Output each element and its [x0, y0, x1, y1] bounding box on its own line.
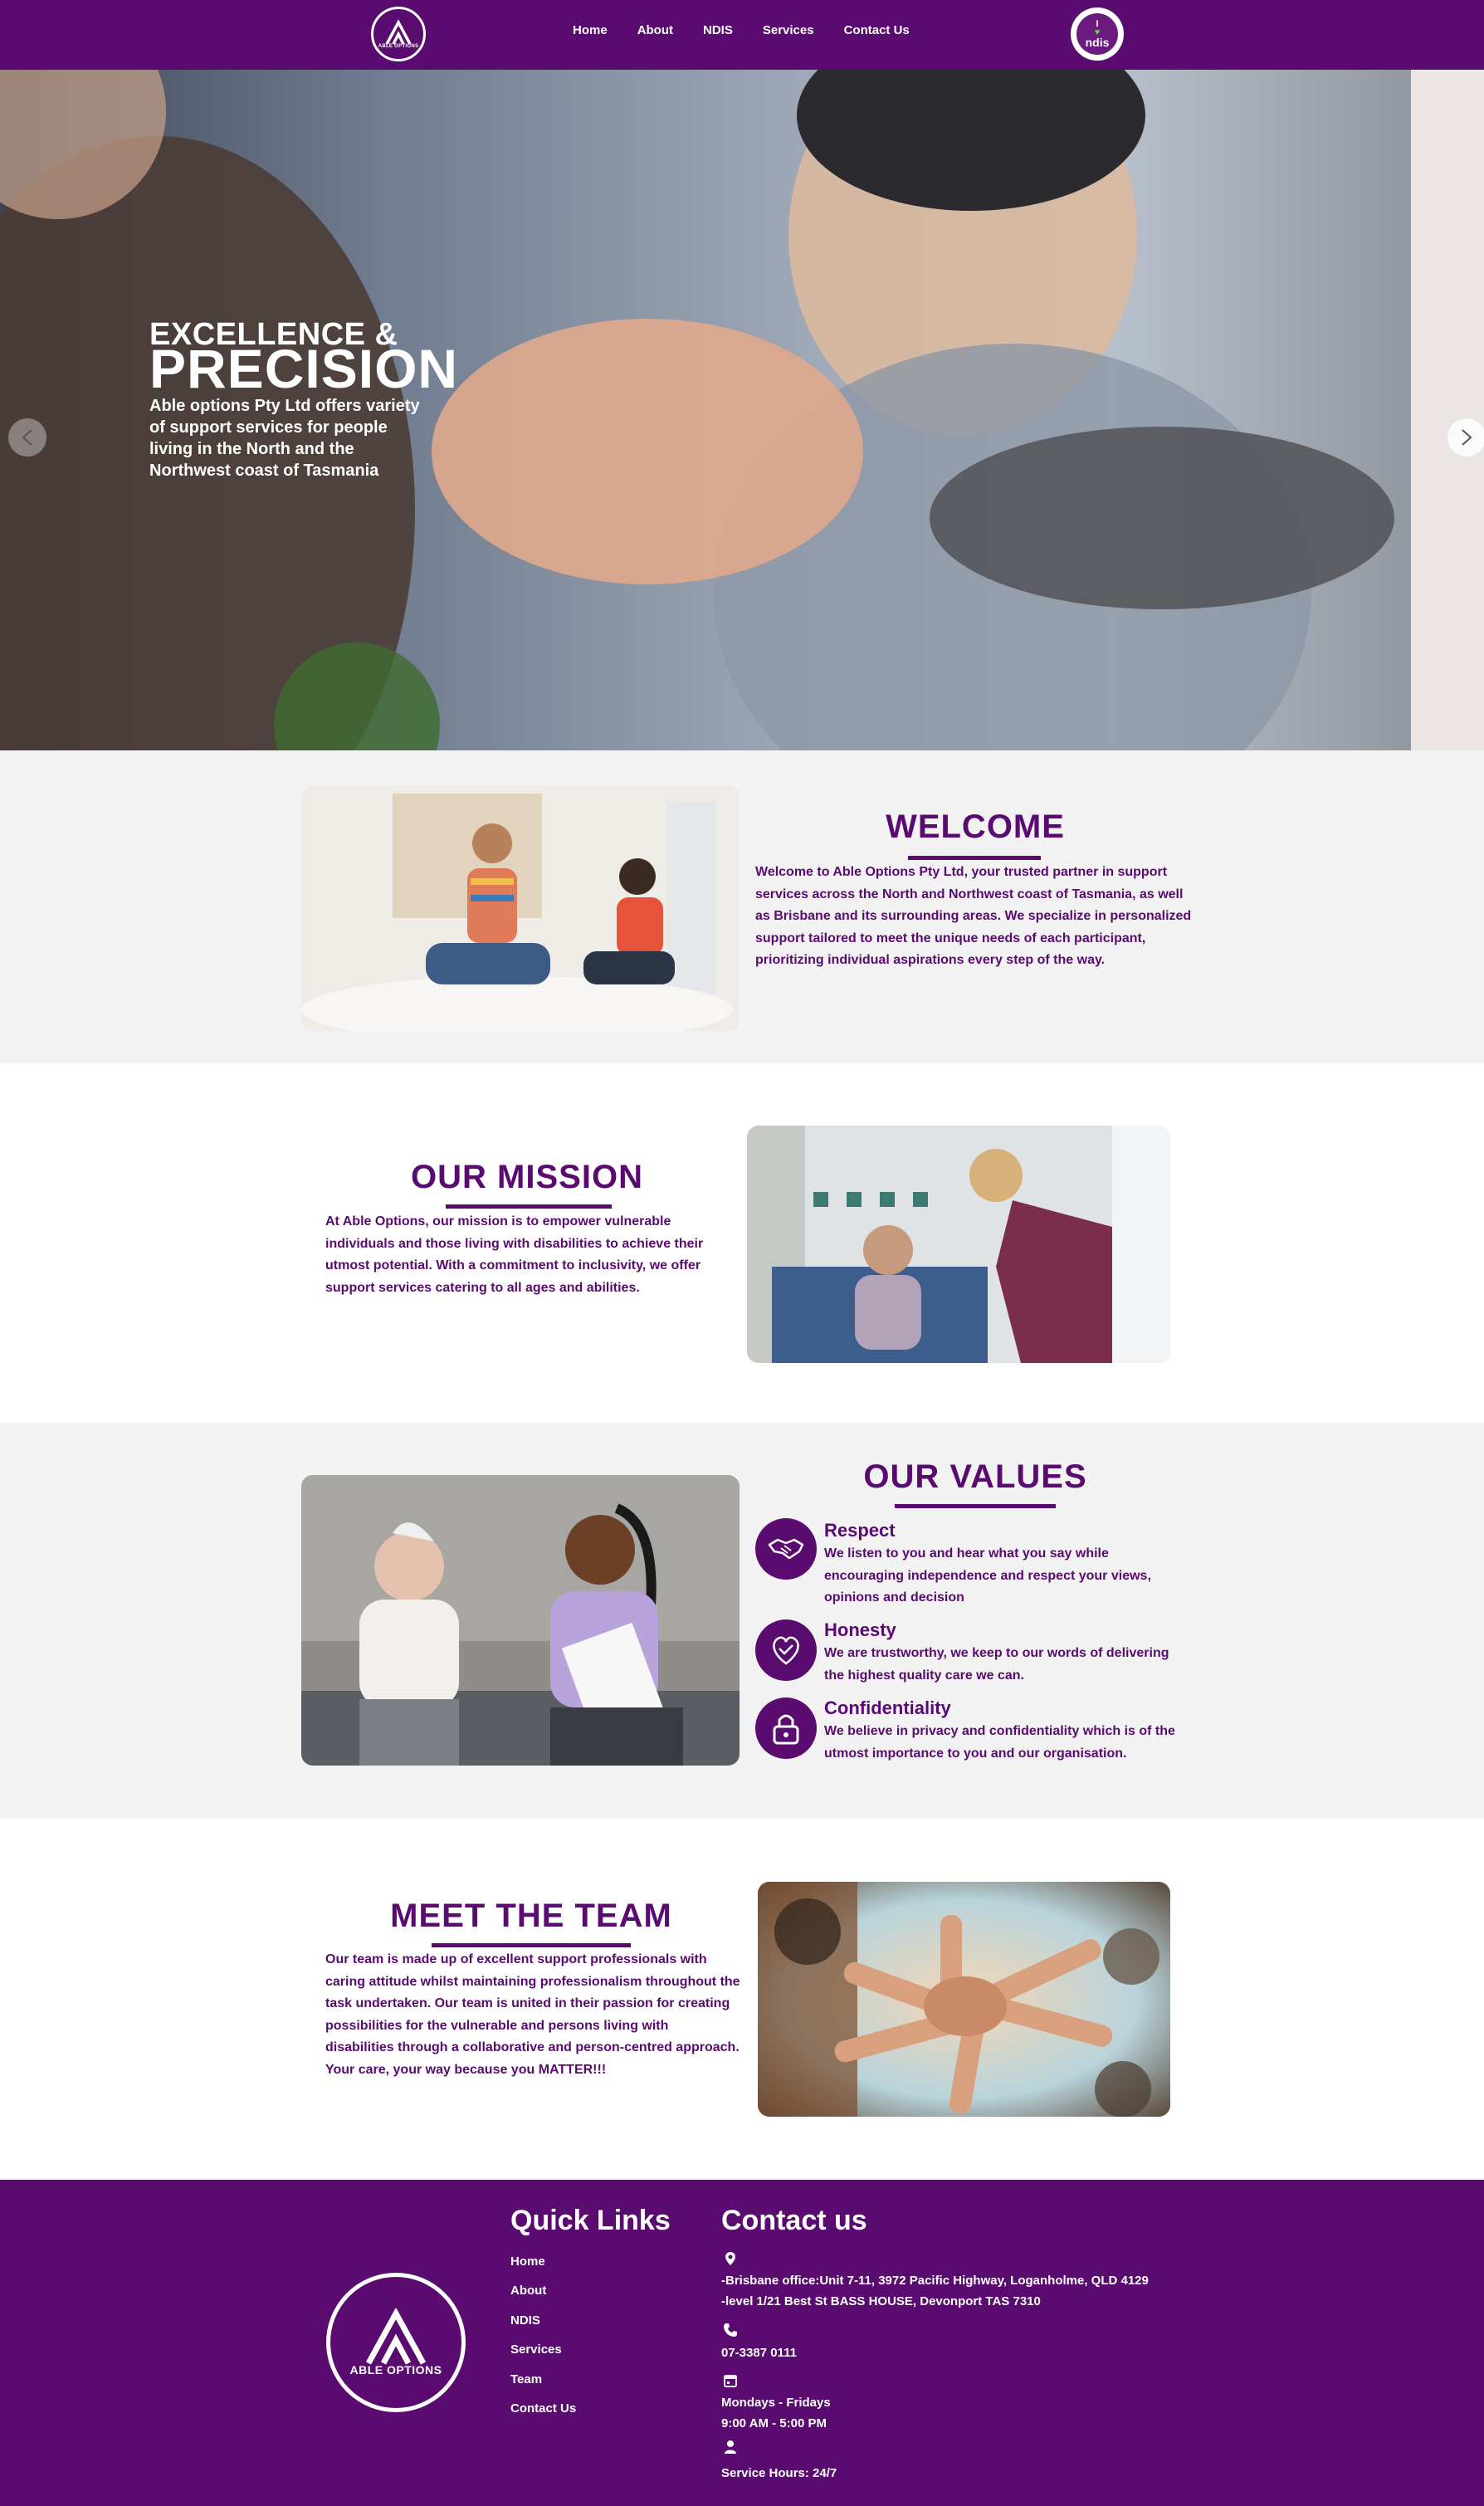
footer-link-ndis[interactable]: NDIS: [510, 2313, 540, 2328]
team-photo: [758, 1882, 1170, 2117]
hero-description: Able options Pty Ltd offers variety of s…: [149, 397, 420, 480]
team-heading: MEET THE TEAM: [390, 1898, 672, 1934]
value-honesty-title: Honesty: [824, 1619, 896, 1640]
ndis-badge[interactable]: I ♥ ndis: [1071, 7, 1124, 61]
nav-links: Home About NDIS Services Contact Us: [573, 23, 940, 37]
welcome-heading: WELCOME: [886, 808, 1065, 845]
value-confidentiality-title: Confidentiality: [824, 1698, 951, 1718]
mission-text: At Able Options, our mission is to empow…: [325, 1214, 704, 1295]
footer-logo-text: ABLE OPTIONS: [349, 2363, 442, 2377]
value-respect-icon-badge: [755, 1518, 817, 1580]
mission-underline: [446, 1204, 612, 1209]
values-underline: [895, 1504, 1056, 1508]
ndis-badge-inner: I ♥ ndis: [1076, 13, 1118, 55]
logo-text: ABLE OPTIONS: [378, 44, 419, 49]
heart-hand-icon: [773, 1636, 799, 1665]
value-confidentiality-text: We believe in privacy and confidentialit…: [824, 1724, 1175, 1761]
footer-link-about[interactable]: About: [510, 2284, 546, 2298]
welcome-photo: [301, 785, 740, 1031]
value-respect-title: Respect: [824, 1520, 896, 1541]
lock-icon: [773, 1714, 799, 1745]
welcome-section: WELCOME Welcome to Able Options Pty Ltd,…: [0, 750, 1484, 1063]
office-hours: 9:00 AM - 5:00 PM: [721, 2416, 827, 2430]
person-icon: [725, 2440, 736, 2454]
value-honesty-icon-badge: [755, 1619, 817, 1681]
logo-a-icon: [385, 19, 412, 45]
nav-link-services[interactable]: Services: [763, 23, 814, 37]
nav-link-ndis[interactable]: NDIS: [703, 23, 733, 37]
ndis-word: ndis: [1085, 36, 1110, 49]
mission-photo: [747, 1126, 1170, 1363]
footer-link-team[interactable]: Team: [510, 2372, 542, 2386]
values-section: OUR VALUES Respect We listen to you and …: [0, 1423, 1484, 1819]
hero-slider: EXCELLENCE & PRECISION Able options Pty …: [0, 70, 1484, 750]
nav-link-contact-us[interactable]: Contact Us: [844, 23, 910, 37]
quick-links-heading: Quick Links: [510, 2205, 671, 2236]
contact-heading: Contact us: [721, 2205, 867, 2236]
welcome-image: [301, 785, 740, 1031]
chevron-right-icon: [1462, 429, 1472, 446]
footer-link-services[interactable]: Services: [510, 2342, 562, 2357]
footer: ABLE OPTIONS Quick Links Home About NDIS…: [0, 2180, 1484, 2506]
brand-logo[interactable]: ABLE OPTIONS: [371, 7, 426, 61]
slider-next-button[interactable]: [1447, 418, 1484, 457]
value-confidentiality-icon-badge: [755, 1698, 817, 1759]
value-respect-text: We listen to you and hear what you say w…: [824, 1546, 1151, 1605]
values-photo: [301, 1475, 740, 1766]
welcome-text: Welcome to Able Options Pty Ltd, your tr…: [755, 865, 1192, 967]
phone-number[interactable]: 07-3387 0111: [721, 2346, 797, 2360]
slider-prev-button[interactable]: [8, 418, 46, 457]
team-image: [758, 1882, 1170, 2117]
hero-photo-shape: [930, 427, 1394, 609]
mission-image: [747, 1126, 1170, 1363]
welcome-underline: [908, 856, 1041, 860]
calendar-icon: [724, 2375, 737, 2387]
location-pin-icon: [725, 2252, 735, 2265]
hero-photo-shape: [432, 319, 863, 584]
team-text: Our team is made up of excellent support…: [325, 1952, 740, 2077]
footer-link-contact-us[interactable]: Contact Us: [510, 2401, 576, 2416]
footer-logo[interactable]: ABLE OPTIONS: [326, 2273, 466, 2412]
values-heading: OUR VALUES: [863, 1458, 1087, 1495]
address-brisbane: -Brisbane office:Unit 7-11, 3972 Pacific…: [721, 2274, 1149, 2288]
values-image: [301, 1475, 740, 1766]
footer-link-home[interactable]: Home: [510, 2254, 545, 2269]
team-underline: [432, 1943, 631, 1947]
office-days: Mondays - Fridays: [721, 2396, 831, 2410]
address-devonport: -level 1/21 Best St BASS HOUSE, Devonpor…: [721, 2294, 1041, 2308]
nav-link-about[interactable]: About: [637, 23, 673, 37]
hero-next-slide-edge: [1411, 70, 1484, 750]
value-honesty-text: We are trustworthy, we keep to our words…: [824, 1646, 1169, 1683]
team-section: MEET THE TEAM Our team is made up of exc…: [0, 1819, 1484, 2180]
nav-link-home[interactable]: Home: [573, 23, 608, 37]
phone-icon: [724, 2323, 737, 2337]
handshake-icon: [768, 1538, 804, 1560]
mission-heading: OUR MISSION: [411, 1159, 643, 1195]
logo-a-icon: [365, 2308, 427, 2365]
service-hours: Service Hours: 24/7: [721, 2466, 837, 2480]
hero-title-line2: PRECISION: [149, 338, 459, 399]
mission-section: OUR MISSION At Able Options, our mission…: [0, 1063, 1484, 1423]
chevron-left-icon: [22, 429, 32, 446]
top-navbar: ABLE OPTIONS Home About NDIS Services Co…: [0, 0, 1484, 70]
